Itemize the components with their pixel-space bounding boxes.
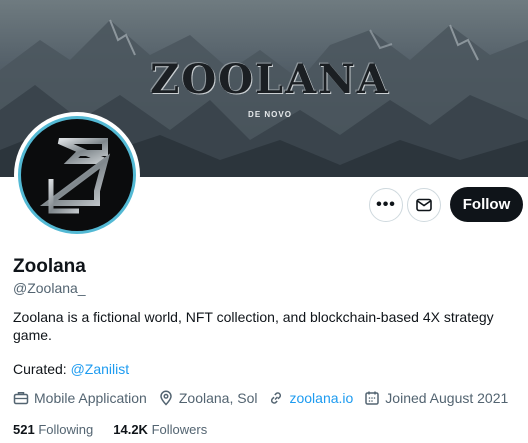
joined-label: Joined August 2021 xyxy=(385,390,509,406)
location-label: Zoolana, Sol xyxy=(178,390,258,406)
display-name: Zoolana xyxy=(13,256,86,277)
bio-text: Zoolana is a fictional world, NFT collec… xyxy=(13,309,494,343)
followers-label: Followers xyxy=(151,422,208,437)
followers-link[interactable]: 14.2K Followers xyxy=(113,422,207,437)
joined-item: Joined August 2021 xyxy=(364,390,508,406)
follow-button[interactable]: Follow xyxy=(450,187,523,222)
category-label: Mobile Application xyxy=(34,390,147,406)
banner-title: ZOOLANA xyxy=(150,56,390,103)
more-icon: ••• xyxy=(376,196,396,213)
banner-subtitle: DE NOVO xyxy=(248,110,292,119)
location-pin-icon xyxy=(160,390,172,406)
following-link[interactable]: 521 Following xyxy=(13,422,93,437)
following-label: Following xyxy=(38,422,94,437)
location-item: Zoolana, Sol xyxy=(158,390,258,406)
envelope-icon xyxy=(416,198,432,212)
website-item: zoolana.io xyxy=(268,390,353,406)
message-button[interactable] xyxy=(407,188,441,222)
following-count: 521 xyxy=(13,422,35,437)
zoolana-logo-icon xyxy=(40,138,111,214)
more-options-button[interactable]: ••• xyxy=(369,188,403,222)
website-link[interactable]: zoolana.io xyxy=(289,390,353,406)
curated-label: Curated: xyxy=(13,361,71,377)
calendar-icon xyxy=(365,391,380,405)
category-item: Mobile Application xyxy=(13,390,147,406)
user-handle: @Zoolana_ xyxy=(13,280,86,296)
avatar[interactable] xyxy=(14,112,140,238)
followers-count: 14.2K xyxy=(113,422,148,437)
curated-line: Curated: @Zanilist xyxy=(13,361,129,377)
follow-stats: 521 Following 14.2K Followers xyxy=(13,422,227,437)
curated-link[interactable]: @Zanilist xyxy=(71,361,130,377)
profile-meta: Mobile Application Zoolana, Sol zoolana.… xyxy=(13,390,508,406)
briefcase-icon xyxy=(13,392,29,405)
link-icon xyxy=(271,392,282,404)
avatar-image xyxy=(18,116,136,234)
